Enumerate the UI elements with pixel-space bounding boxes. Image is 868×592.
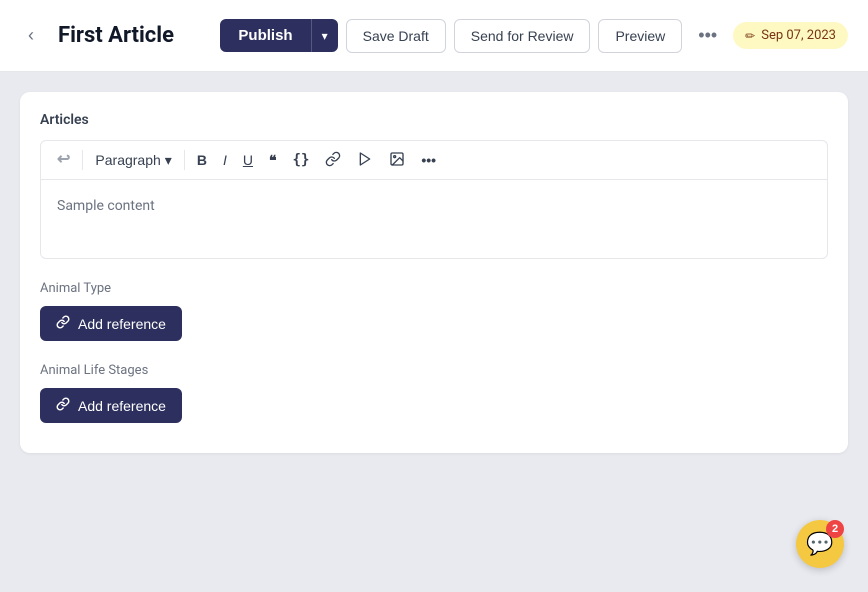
italic-button[interactable]: I <box>217 149 233 171</box>
main-area: Articles ↩ Paragraph ▾ B I U ❝ {} <box>0 72 868 592</box>
chat-fab-button[interactable]: 💬 2 <box>796 520 844 568</box>
page-title: First Article <box>58 23 204 48</box>
top-nav: ‹ First Article Publish ▾ Save Draft Sen… <box>0 0 868 72</box>
add-reference-animal-life-stages-button[interactable]: Add reference <box>40 388 182 423</box>
date-badge: ✏ Sep 07, 2023 <box>733 22 848 49</box>
editor-content-area[interactable]: Sample content <box>40 179 828 259</box>
add-reference-animal-type-label: Add reference <box>78 316 166 332</box>
pencil-icon: ✏ <box>745 29 755 43</box>
undo-button[interactable]: ↩ <box>51 148 76 172</box>
save-draft-button[interactable]: Save Draft <box>346 19 446 53</box>
animal-life-stages-label: Animal Life Stages <box>40 363 828 378</box>
paragraph-dropdown-icon: ▾ <box>165 152 172 169</box>
bold-button[interactable]: B <box>191 149 213 171</box>
publish-dropdown-button[interactable]: ▾ <box>311 19 338 52</box>
add-reference-animal-life-stages-label: Add reference <box>78 398 166 414</box>
more-format-button[interactable]: ••• <box>415 149 442 171</box>
publish-button-group: Publish ▾ <box>220 19 337 52</box>
animal-type-section: Animal Type Add reference <box>40 281 828 341</box>
animal-type-label: Animal Type <box>40 281 828 296</box>
video-button[interactable] <box>351 147 379 173</box>
paragraph-label: Paragraph <box>95 152 160 168</box>
underline-button[interactable]: U <box>237 149 259 171</box>
link-button[interactable] <box>319 147 347 173</box>
add-reference-animal-type-button[interactable]: Add reference <box>40 306 182 341</box>
animal-life-stages-section: Animal Life Stages Add reference <box>40 363 828 423</box>
link-icon-animal-life-stages <box>56 397 70 414</box>
link-icon-animal-type <box>56 315 70 332</box>
preview-button[interactable]: Preview <box>598 19 682 53</box>
code-button[interactable]: {} <box>287 149 316 171</box>
more-options-button[interactable]: ••• <box>690 21 725 50</box>
nav-actions: Publish ▾ Save Draft Send for Review Pre… <box>220 19 848 53</box>
paragraph-dropdown[interactable]: Paragraph ▾ <box>89 148 177 173</box>
back-button[interactable]: ‹ <box>20 21 42 50</box>
editor-toolbar: ↩ Paragraph ▾ B I U ❝ {} ••• <box>40 140 828 179</box>
sample-content: Sample content <box>57 198 155 214</box>
articles-section-label: Articles <box>40 112 828 128</box>
editor-card: Articles ↩ Paragraph ▾ B I U ❝ {} <box>20 92 848 453</box>
send-review-button[interactable]: Send for Review <box>454 19 591 53</box>
date-label: Sep 07, 2023 <box>761 28 836 43</box>
publish-button[interactable]: Publish <box>220 19 310 52</box>
toolbar-separator-1 <box>82 150 83 170</box>
image-button[interactable] <box>383 147 411 173</box>
chat-badge: 2 <box>826 520 844 538</box>
quote-button[interactable]: ❝ <box>263 149 283 171</box>
toolbar-separator-2 <box>184 150 185 170</box>
